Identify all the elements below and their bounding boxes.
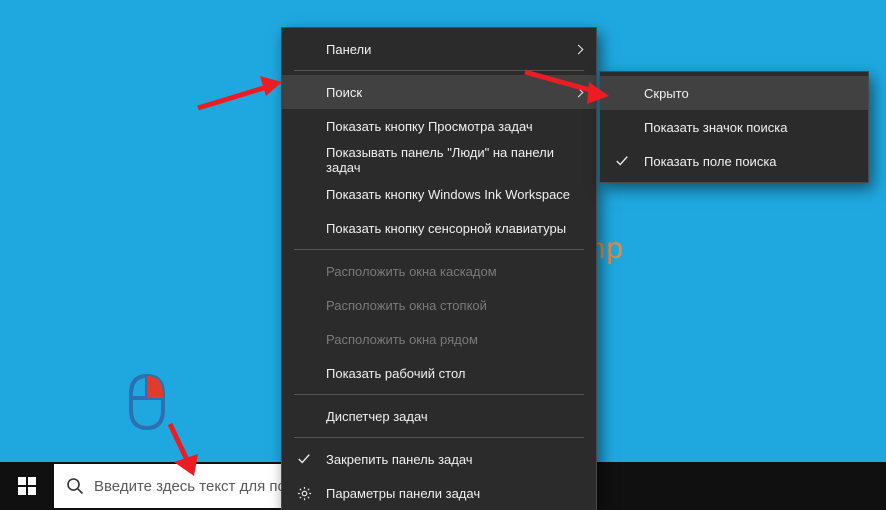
menu-search-label: Поиск <box>326 85 362 100</box>
menu-show-people[interactable]: Показывать панель "Люди" на панели задач <box>282 143 596 177</box>
menu-cascade: Расположить окна каскадом <box>282 254 596 288</box>
menu-cascade-label: Расположить окна каскадом <box>326 264 497 279</box>
menu-panels-label: Панели <box>326 42 371 57</box>
menu-taskbar-settings-label: Параметры панели задач <box>326 486 480 501</box>
annotation-arrow-icon <box>196 72 284 112</box>
separator <box>294 249 584 250</box>
search-submenu: Скрыто Показать значок поиска Показать п… <box>599 71 869 183</box>
menu-show-desktop[interactable]: Показать рабочий стол <box>282 356 596 390</box>
menu-task-manager-label: Диспетчер задач <box>326 409 428 424</box>
start-button[interactable] <box>0 462 54 510</box>
menu-side: Расположить окна рядом <box>282 322 596 356</box>
separator <box>294 70 584 71</box>
menu-panels[interactable]: Панели <box>282 32 596 66</box>
menu-show-desktop-label: Показать рабочий стол <box>326 366 465 381</box>
submenu-show-field-label: Показать поле поиска <box>644 154 777 169</box>
taskbar-context-menu: Панели Поиск Показать кнопку Просмотра з… <box>281 27 597 510</box>
mouse-desktop-icon <box>125 372 169 430</box>
menu-show-ink[interactable]: Показать кнопку Windows Ink Workspace <box>282 177 596 211</box>
menu-taskbar-settings[interactable]: Параметры панели задач <box>282 476 596 510</box>
menu-show-ink-label: Показать кнопку Windows Ink Workspace <box>326 187 570 202</box>
menu-lock-taskbar-label: Закрепить панель задач <box>326 452 473 467</box>
menu-show-touchkb-label: Показать кнопку сенсорной клавиатуры <box>326 221 566 236</box>
menu-search[interactable]: Поиск <box>282 75 596 109</box>
menu-show-touchkb[interactable]: Показать кнопку сенсорной клавиатуры <box>282 211 596 245</box>
separator <box>294 394 584 395</box>
menu-stacked: Расположить окна стопкой <box>282 288 596 322</box>
gear-icon <box>296 485 312 501</box>
submenu-hidden[interactable]: Скрыто <box>600 76 868 110</box>
submenu-hidden-label: Скрыто <box>644 86 689 101</box>
search-icon <box>66 477 84 495</box>
menu-show-taskview-label: Показать кнопку Просмотра задач <box>326 119 533 134</box>
separator <box>294 437 584 438</box>
check-icon <box>296 451 312 467</box>
submenu-show-field[interactable]: Показать поле поиска <box>600 144 868 178</box>
menu-lock-taskbar[interactable]: Закрепить панель задач <box>282 442 596 476</box>
menu-stacked-label: Расположить окна стопкой <box>326 298 487 313</box>
menu-show-taskview[interactable]: Показать кнопку Просмотра задач <box>282 109 596 143</box>
menu-show-people-label: Показывать панель "Люди" на панели задач <box>326 145 580 175</box>
submenu-show-icon[interactable]: Показать значок поиска <box>600 110 868 144</box>
check-icon <box>614 153 630 169</box>
submenu-show-icon-label: Показать значок поиска <box>644 120 788 135</box>
menu-side-label: Расположить окна рядом <box>326 332 478 347</box>
windows-logo-icon <box>18 477 36 495</box>
menu-task-manager[interactable]: Диспетчер задач <box>282 399 596 433</box>
